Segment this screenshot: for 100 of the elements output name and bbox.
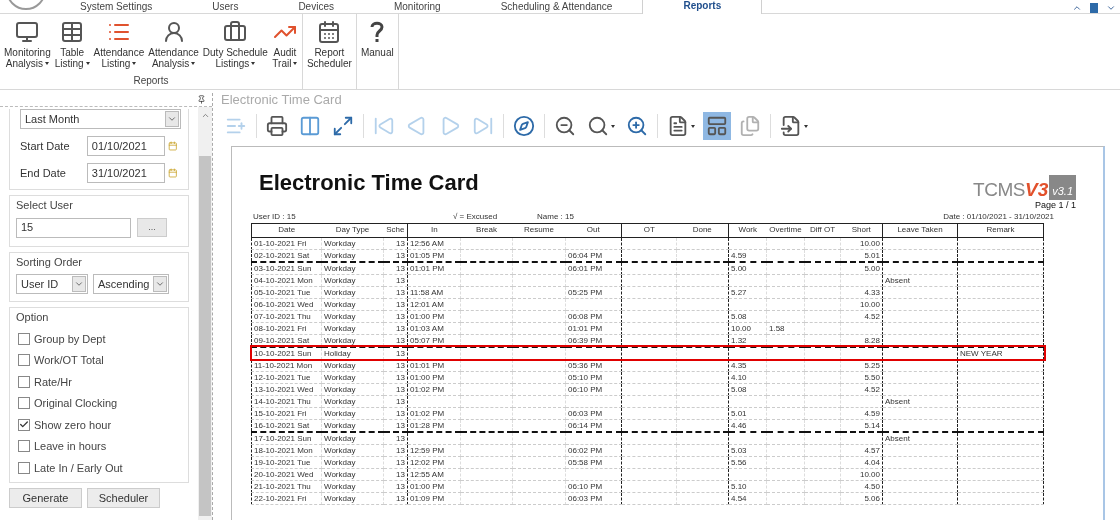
table-cell: 13 [383, 298, 408, 310]
multipage-icon [739, 115, 761, 137]
zoom-icon [587, 115, 609, 137]
ribbon-button[interactable]: Duty Schedule Listings [200, 20, 270, 69]
table-cell: 5.03 [728, 444, 767, 456]
table-cell: 4.59 [840, 407, 883, 419]
table-cell: 12:56 AM [407, 237, 461, 249]
sort-order-dropdown[interactable]: Ascending [93, 274, 169, 294]
checkbox[interactable] [18, 418, 30, 431]
table-cell: 10-10-2021 Sun [251, 346, 322, 359]
collapse-icon[interactable] [1072, 3, 1082, 13]
ribbon-tab[interactable]: Devices [268, 0, 364, 13]
ribbon-tab[interactable]: Scheduling & Attendance [470, 0, 643, 13]
table-cell: 13 [383, 492, 408, 504]
table-cell: 1.58 [766, 322, 805, 334]
date-field[interactable]: 31/10/2021 [86, 163, 166, 183]
table-cell: 01:05 PM [407, 249, 461, 262]
caret-icon [691, 124, 695, 128]
ribbon-tab[interactable]: Reports [642, 0, 763, 14]
ribbon-button[interactable]: Manual [358, 20, 396, 58]
ribbon-button[interactable]: Audit Trail [269, 20, 300, 69]
pin-icon[interactable] [197, 95, 206, 104]
sort-field-dropdown[interactable]: User ID [16, 274, 88, 294]
scrollbar[interactable] [198, 107, 212, 520]
last-page-icon [472, 115, 494, 137]
table-cell: 5.01 [728, 407, 767, 419]
margins-icon [299, 115, 321, 137]
table-cell: 18-10-2021 Mon [251, 444, 322, 456]
panel-title: Sorting Order [16, 254, 84, 270]
column-header: Done [676, 223, 729, 237]
checkbox[interactable] [18, 332, 30, 345]
checkbox[interactable] [18, 354, 30, 367]
table-cell: Workday [321, 274, 384, 286]
table-cell: 5.00 [728, 261, 767, 274]
ribbon-tab[interactable]: Monitoring [363, 0, 471, 13]
table-cell: Workday [321, 310, 384, 322]
checkbox[interactable] [18, 397, 30, 410]
toolbar-button[interactable] [703, 112, 731, 140]
table-cell: 01:02 PM [407, 407, 461, 419]
ribbon-button[interactable]: Table Listing [52, 20, 92, 69]
checkbox[interactable] [18, 461, 30, 474]
table-cell: 16-10-2021 Sat [251, 419, 322, 432]
dropdown-icon [155, 279, 165, 289]
zoom-in-icon [626, 115, 648, 137]
table-cell: 05:10 PM [565, 371, 622, 383]
browse-button[interactable]: ... [137, 218, 167, 237]
caret-icon [191, 62, 196, 65]
ribbon-button[interactable]: Monitoring Analysis [2, 20, 53, 69]
table-cell: 06:08 PM [565, 310, 622, 322]
scroll-up-icon[interactable] [200, 111, 210, 120]
table-cell: 13 [383, 274, 408, 286]
caret-icon [293, 62, 298, 65]
employee-name: Name : 15 [537, 210, 575, 222]
column-header: Resume [512, 223, 566, 237]
ribbon-tab[interactable]: System Settings [50, 0, 183, 13]
ribbon-tab[interactable]: Users [182, 0, 269, 13]
action-button[interactable]: Scheduler [87, 488, 160, 508]
period-dropdown[interactable]: Last Month [20, 109, 181, 129]
table-cell: 01:03 AM [407, 322, 461, 334]
field-label: Start Date [20, 138, 71, 154]
table-cell: 06:14 PM [565, 419, 622, 432]
date-field[interactable]: 01/10/2021 [86, 136, 166, 156]
table-cell: 4.04 [840, 456, 883, 468]
table-cell: 05:58 PM [565, 456, 622, 468]
table-cell: 13 [383, 261, 408, 274]
table-cell: 05:25 PM [565, 286, 622, 298]
table-cell: 01-10-2021 Fri [251, 237, 322, 249]
table-cell: Workday [321, 468, 384, 480]
scroll-thumb[interactable] [199, 156, 211, 516]
table-cell: 01:01 PM [565, 322, 622, 334]
compass-icon [513, 115, 535, 137]
ribbon-button[interactable]: Attendance Analysis [146, 20, 201, 69]
table-cell: 05:36 PM [565, 359, 622, 371]
table-cell: 12:02 PM [407, 456, 461, 468]
table-cell: 22-10-2021 Fri [251, 492, 322, 504]
table-cell: 02-10-2021 Sat [251, 249, 322, 262]
table-cell: Workday [321, 419, 384, 432]
table-cell: 13 [383, 346, 408, 359]
calendar-icon[interactable] [168, 140, 178, 152]
monitor-icon [14, 20, 41, 44]
column-header: Break [460, 223, 513, 237]
column-header: Sche [383, 223, 408, 237]
action-button[interactable]: Generate [9, 488, 82, 508]
table-cell: 06:02 PM [565, 444, 622, 456]
table-cell: 13 [383, 322, 408, 334]
table-cell: 13 [383, 383, 408, 395]
checkbox[interactable] [18, 440, 30, 453]
help-icon [369, 20, 386, 44]
table-cell: 13 [383, 395, 408, 407]
checkbox-label: Show zero hour [34, 417, 112, 433]
ribbon-button[interactable]: Attendance Listing [91, 20, 147, 69]
ribbon-button[interactable]: Report Scheduler [304, 20, 354, 69]
table-cell: 01:02 PM [407, 383, 461, 395]
caret-icon[interactable] [1106, 3, 1116, 13]
table-cell: Workday [321, 431, 384, 444]
calendar-icon[interactable] [168, 167, 178, 179]
table-cell: 5.06 [840, 492, 883, 504]
checkbox[interactable] [18, 375, 30, 388]
dropdown-icon [74, 279, 84, 289]
user-field[interactable]: 15 [16, 217, 131, 238]
